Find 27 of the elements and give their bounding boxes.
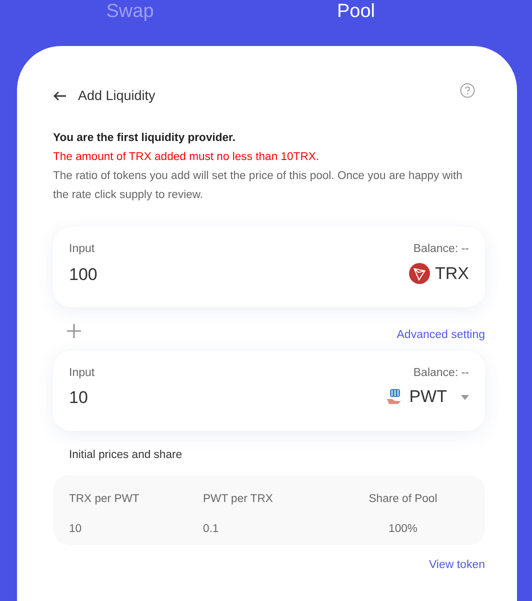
caret-icon (461, 394, 469, 400)
amount-field[interactable]: 10 (69, 388, 219, 408)
token-selector[interactable]: TRX (409, 261, 469, 286)
balance-text: Balance: -- (413, 243, 469, 255)
tron-logo-icon (409, 263, 430, 284)
warning-text: The amount of TRX added must no less than 10TRX. (53, 150, 320, 165)
page-title: Add Liquidity (78, 88, 156, 103)
tab[interactable]: Pool (306, 0, 406, 24)
notice-heading: You are the first liquidity provider. (53, 131, 236, 146)
price-value: 10 (69, 522, 83, 536)
plus-icon (67, 324, 81, 338)
price-label: Share of Pool (368, 493, 438, 507)
input-label: Input (69, 243, 95, 255)
prices-title: Initial prices and share (69, 449, 184, 461)
notice-text: The ratio of tokens you add will set the price of this pool. Once you are happy with the rate click supply to review. (53, 169, 464, 203)
price-label: TRX per PWT (69, 493, 140, 507)
help-icon[interactable] (460, 83, 475, 98)
back-arrow-icon[interactable] (53, 90, 67, 100)
input-label: Input (69, 367, 95, 379)
balance-text: Balance: -- (413, 367, 469, 379)
price-value: 100% (388, 522, 418, 536)
advanced-setting-link[interactable]: Advanced setting (396, 329, 485, 341)
amount-field[interactable]: 100 (69, 264, 219, 284)
price-label: PWT per TRX (203, 493, 274, 507)
price-value: 0.1 (203, 522, 220, 536)
token-selector[interactable]: PWT (386, 385, 469, 409)
view-token-link[interactable]: View token (428, 559, 485, 571)
